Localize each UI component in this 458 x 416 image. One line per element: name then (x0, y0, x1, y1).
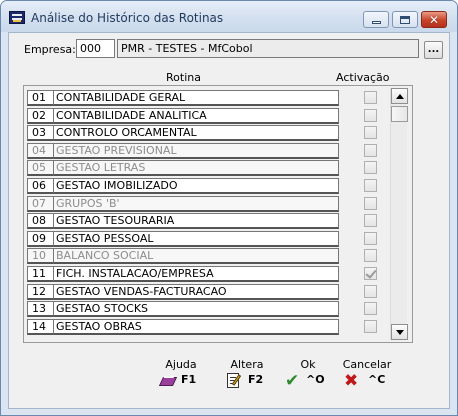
activacao-checkbox[interactable] (364, 179, 377, 192)
arrow-up-icon (395, 93, 404, 99)
rotina-name: CONTABILIDADE ANALITICA (53, 107, 339, 124)
rotina-name: GESTAO STOCKS (53, 301, 339, 318)
scroll-thumb[interactable] (391, 106, 408, 122)
table-row[interactable]: 05 GESTAO LETRAS (27, 160, 407, 177)
ok-key: ^O (306, 373, 325, 386)
rotina-number: 08 (27, 213, 53, 230)
rotina-name: GESTAO OBRAS (53, 318, 339, 335)
rotina-number: 09 (27, 230, 53, 247)
rotina-name: CONTROLO ORCAMENTAL (53, 125, 339, 142)
cancel-x-icon: ✖ (344, 371, 359, 391)
empresa-code-field[interactable]: 000 (76, 39, 115, 58)
help-book-icon (158, 373, 178, 389)
activacao-checkbox[interactable] (364, 319, 377, 333)
scroll-up-button[interactable] (391, 88, 408, 104)
column-header-rotina: Rotina (166, 71, 201, 84)
maximize-icon (400, 15, 410, 24)
table-row[interactable]: 11 FICH. INSTALACAO/EMPRESA (27, 266, 407, 282)
ajuda-key: F1 (181, 373, 197, 386)
dialog-window: Análise do Histórico das Rotinas ✕ Empre… (0, 0, 458, 416)
rotina-name: GESTAO TESOURARIA (53, 213, 339, 230)
table-row[interactable]: 10 BALANCO SOCIAL (27, 248, 407, 265)
rotina-name: CONTABILIDADE GERAL (53, 90, 339, 106)
activacao-checkbox[interactable] (364, 231, 377, 245)
checkmark-icon: ✔ (285, 371, 300, 391)
rotina-number: 05 (27, 160, 53, 177)
rotina-name: FICH. INSTALACAO/EMPRESA (53, 266, 339, 282)
table-row[interactable]: 12 GESTAO VENDAS-FACTURACAO (27, 283, 407, 300)
ajuda-label: Ajuda (165, 358, 197, 371)
table-row[interactable]: 02 CONTABILIDADE ANALITICA (27, 107, 407, 124)
table-row[interactable]: 08 GESTAO TESOURARIA (27, 213, 407, 230)
ajuda-button[interactable]: Ajuda F1 (151, 353, 211, 393)
empresa-name-field: PMR - TESTES - MfCobol (117, 39, 419, 58)
rotina-number: 01 (27, 90, 53, 106)
close-icon: ✕ (428, 12, 440, 27)
minimize-button[interactable] (363, 11, 389, 28)
empresa-label: Empresa: (24, 43, 76, 56)
rotina-name: GESTAO PREVISIONAL (53, 142, 339, 159)
table-row[interactable]: 13 GESTAO STOCKS (27, 301, 407, 318)
minimize-icon (371, 21, 381, 24)
rotina-number: 03 (27, 125, 53, 142)
activacao-checkbox[interactable] (364, 108, 377, 122)
rotina-number: 12 (27, 283, 53, 300)
title-bar[interactable]: Análise do Histórico das Rotinas ✕ (1, 1, 457, 32)
vertical-scrollbar[interactable] (390, 88, 408, 340)
rotina-name: GESTAO IMOBILIZADO (53, 178, 339, 194)
window-title: Análise do Histórico das Rotinas (31, 11, 224, 25)
activacao-checkbox[interactable] (364, 284, 377, 298)
activacao-checkbox[interactable] (364, 302, 377, 316)
rotina-name: GESTAO PESSOAL (53, 230, 339, 247)
rotina-name: BALANCO SOCIAL (53, 248, 339, 265)
table-row[interactable]: 04 GESTAO PREVISIONAL (27, 142, 407, 159)
table-row[interactable]: 14 GESTAO OBRAS (27, 318, 407, 335)
activacao-checkbox[interactable] (364, 161, 377, 175)
close-button[interactable]: ✕ (421, 11, 447, 28)
activacao-checkbox[interactable] (364, 267, 377, 280)
rotina-name: GESTAO VENDAS-FACTURACAO (53, 283, 339, 300)
activacao-checkbox[interactable] (364, 249, 377, 263)
rotina-number: 13 (27, 301, 53, 318)
activacao-checkbox[interactable] (364, 196, 377, 210)
rotina-number: 10 (27, 248, 53, 265)
ok-button[interactable]: Ok ✔ ^O (278, 353, 338, 393)
rotina-name: GRUPOS 'B' (53, 195, 339, 212)
dialog-body: Empresa: 000 PMR - TESTES - MfCobol ... … (8, 32, 450, 409)
altera-button[interactable]: Altera F2 (217, 353, 277, 393)
table-row[interactable]: 03 CONTROLO ORCAMENTAL (27, 125, 407, 142)
table-row[interactable]: 06 GESTAO IMOBILIZADO (27, 178, 407, 194)
ok-label: Ok (300, 358, 316, 371)
cancelar-key: ^C (368, 373, 386, 386)
column-header-activacao: Activação (336, 71, 390, 84)
rotina-number: 02 (27, 107, 53, 124)
altera-label: Altera (230, 358, 264, 371)
altera-key: F2 (248, 373, 264, 386)
empresa-lookup-button[interactable]: ... (424, 41, 443, 59)
rotina-number: 06 (27, 178, 53, 194)
rotina-number: 07 (27, 195, 53, 212)
activacao-checkbox[interactable] (364, 91, 377, 104)
maximize-button[interactable] (392, 11, 418, 28)
edit-icon (227, 373, 243, 389)
cancelar-button[interactable]: Cancelar ✖ ^C (337, 353, 397, 393)
activacao-checkbox[interactable] (364, 126, 377, 140)
activacao-checkbox[interactable] (364, 143, 377, 157)
table-row[interactable]: 07 GRUPOS 'B' (27, 195, 407, 212)
app-icon (9, 11, 25, 24)
rotina-number: 04 (27, 142, 53, 159)
table-row[interactable]: 09 GESTAO PESSOAL (27, 230, 407, 247)
activacao-checkbox[interactable] (364, 214, 377, 228)
cancelar-label: Cancelar (342, 358, 392, 371)
rotina-name: GESTAO LETRAS (53, 160, 339, 177)
scroll-down-button[interactable] (391, 324, 408, 340)
rotinas-grid: 01 CONTABILIDADE GERAL 02 CONTABILIDADE ANA… (23, 85, 413, 343)
arrow-down-icon (395, 329, 404, 335)
rotina-number: 14 (27, 318, 53, 335)
rotina-number: 11 (27, 266, 53, 282)
table-row[interactable]: 01 CONTABILIDADE GERAL (27, 90, 407, 106)
